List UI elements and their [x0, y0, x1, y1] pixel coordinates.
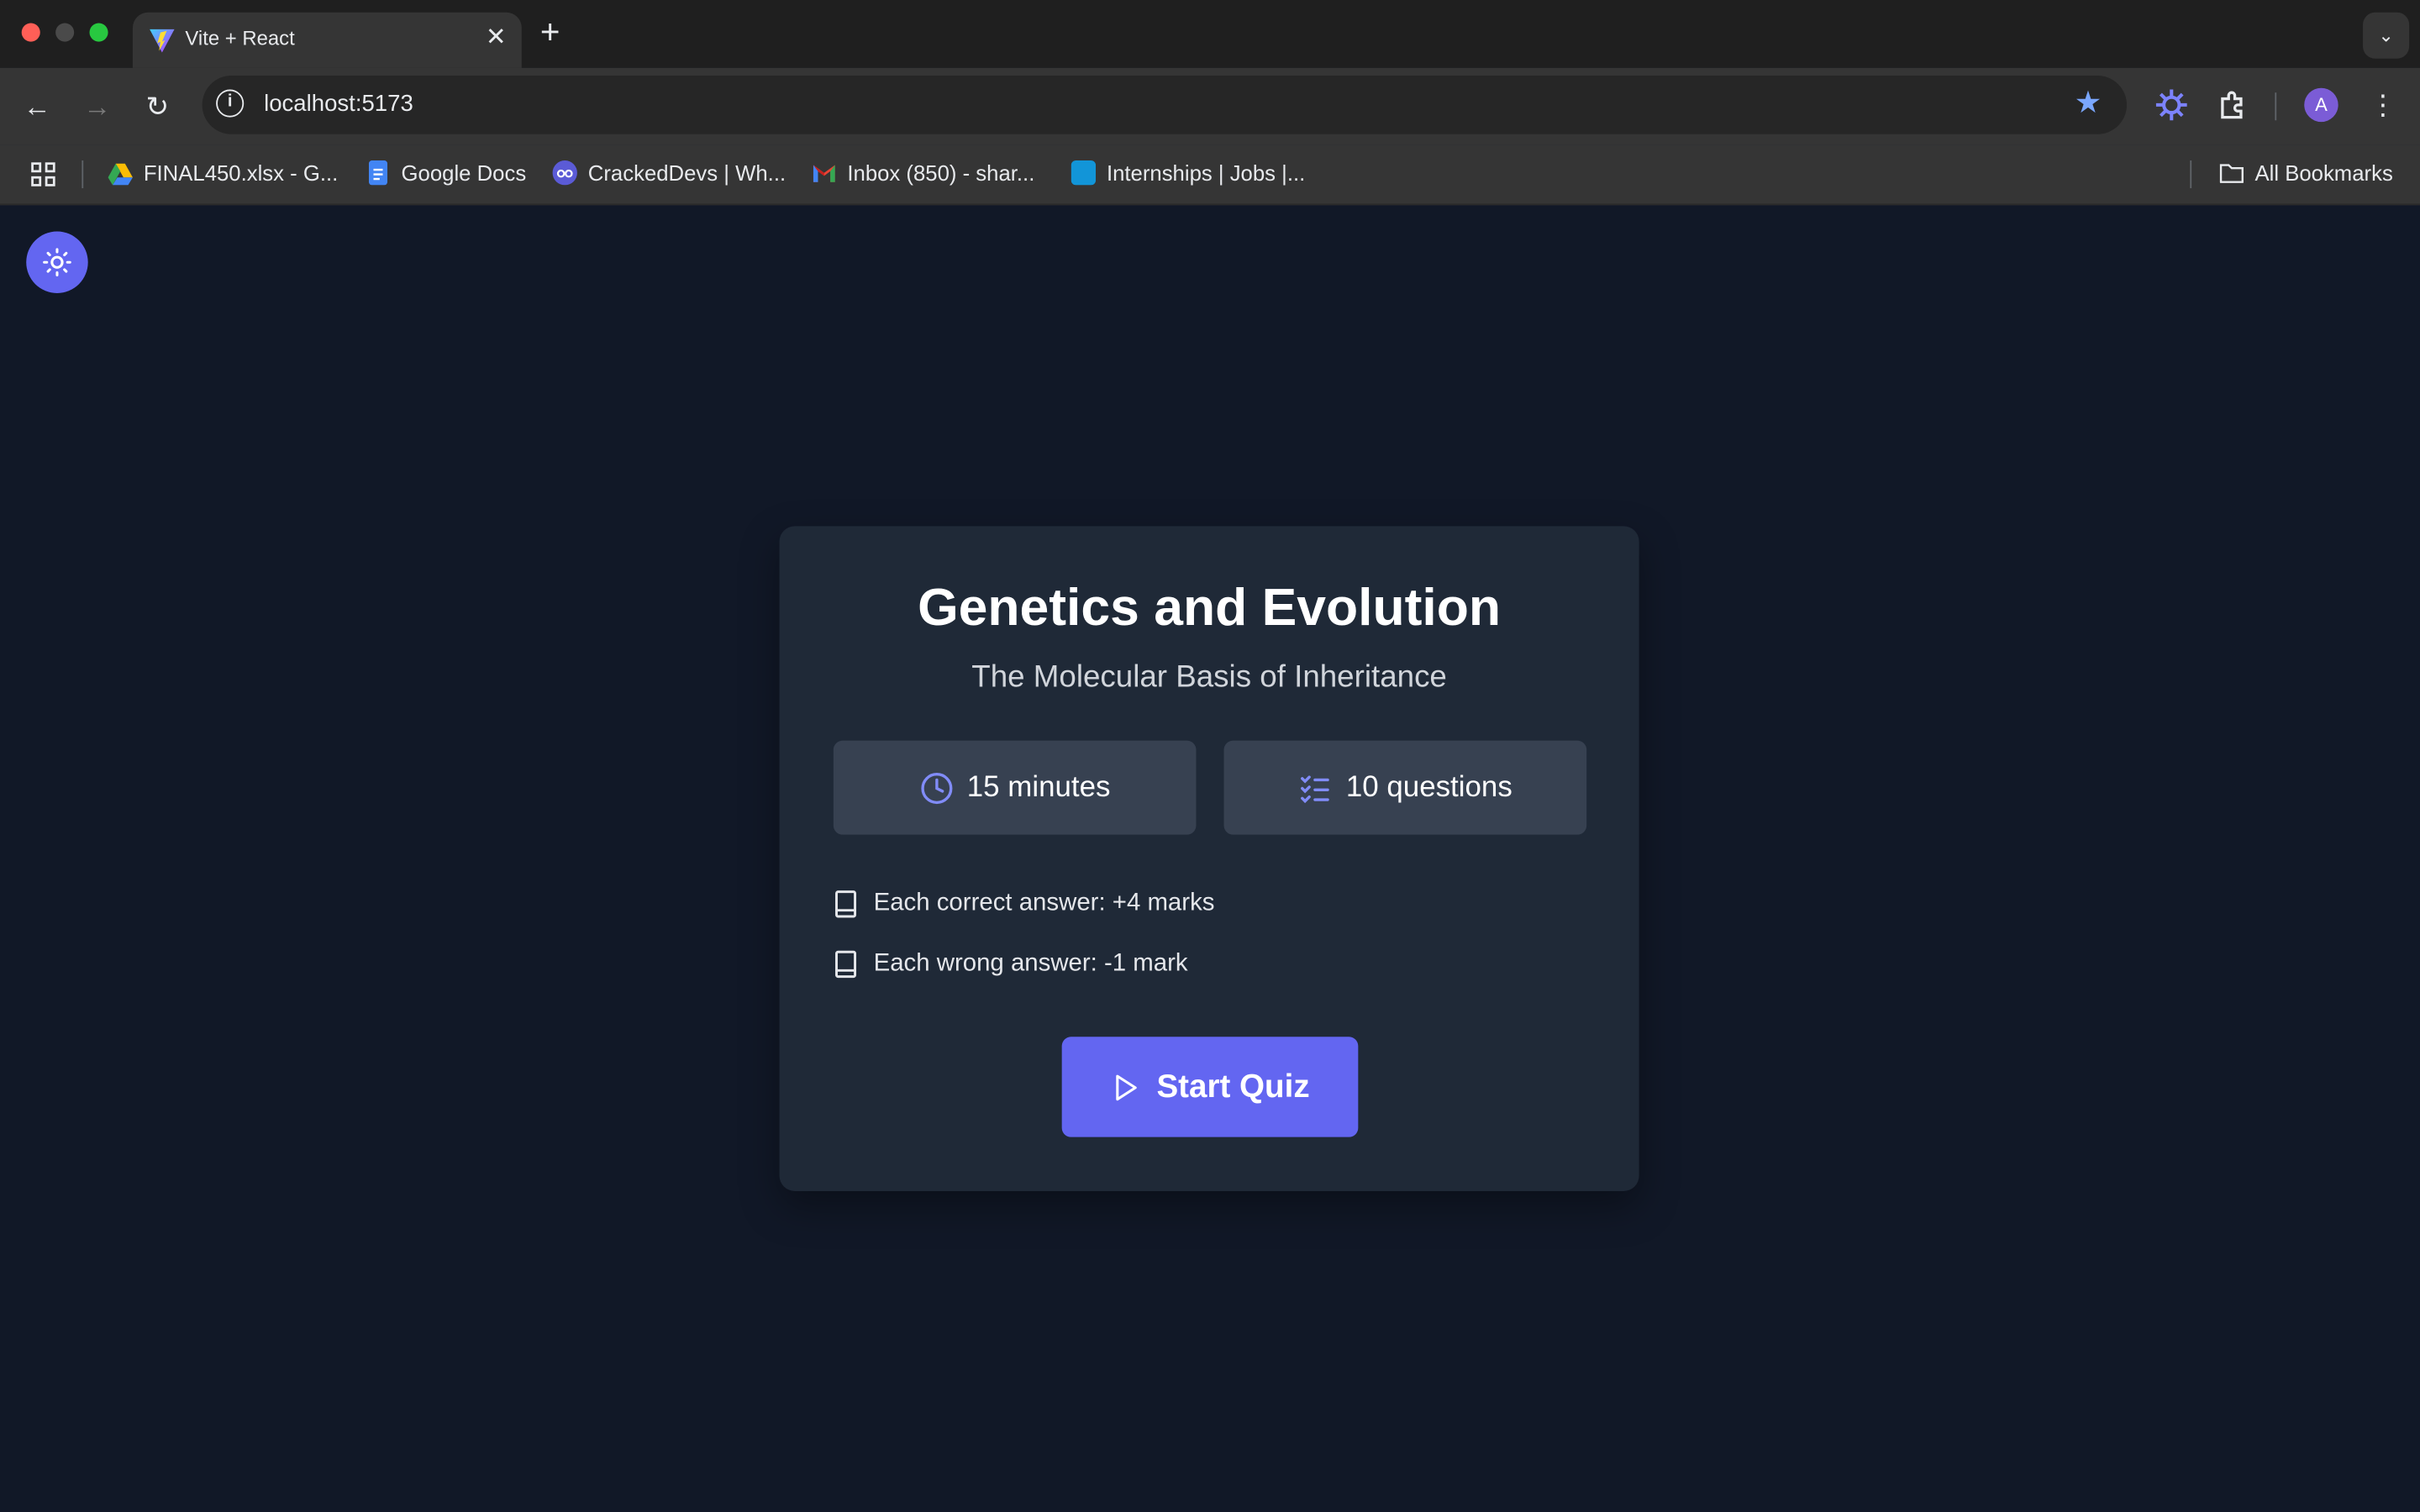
vite-icon [150, 29, 175, 53]
bookmark-label: FINAL450.xlsx - G... [143, 160, 339, 186]
quiz-subtitle: The Molecular Basis of Inheritance [971, 660, 1447, 695]
questions-text: 10 questions [1345, 770, 1512, 804]
bookmark-gmail-inbox[interactable]: Inbox (850) - shar... [812, 160, 1034, 185]
sun-icon [43, 248, 71, 277]
url-text[interactable]: localhost:5173 [264, 91, 413, 117]
close-tab-icon[interactable]: ✕ [486, 24, 507, 55]
bookmark-internships[interactable]: Internships | Jobs |... [1071, 160, 1306, 186]
folder-icon [2219, 164, 2244, 183]
bookmarks-bar: FINAL450.xlsx - G... Google Docs Cracked… [0, 144, 2420, 206]
book-icon [835, 950, 857, 979]
tab-search-button[interactable]: ⌄ [2363, 12, 2410, 59]
browser-toolbar: ← → ↻ i localhost:5173 ★ A ⋮ [0, 67, 2420, 145]
rule-wrong: Each wrong answer: -1 mark [834, 950, 1188, 979]
toolbar-divider [2275, 92, 2277, 121]
bookmark-label: Inbox (850) - shar... [847, 160, 1035, 186]
crackeddevs-icon [552, 160, 577, 186]
clock-icon [920, 772, 952, 804]
maximize-window-button[interactable] [89, 23, 108, 42]
bookmarks-divider [82, 160, 84, 189]
reload-button[interactable]: ↻ [137, 87, 177, 127]
close-window-button[interactable] [21, 23, 40, 42]
quiz-intro-card: Genetics and Evolution The Molecular Bas… [779, 526, 1639, 1191]
back-button[interactable]: ← [17, 87, 57, 127]
browser-tab[interactable]: Vite + React ✕ [132, 12, 522, 68]
bookmark-google-docs[interactable]: Google Docs [366, 160, 527, 186]
internshala-icon [1071, 160, 1097, 186]
google-docs-icon [368, 160, 388, 186]
rule-correct: Each correct answer: +4 marks [834, 890, 1215, 918]
duration-stat: 15 minutes [833, 740, 1197, 835]
all-bookmarks-label: All Bookmarks [2254, 160, 2393, 186]
address-bar[interactable]: i localhost:5173 ★ [202, 76, 2128, 134]
tab-strip: Vite + React ✕ + ⌄ [0, 0, 2420, 68]
bookmark-final450[interactable]: FINAL450.xlsx - G... [108, 160, 339, 186]
google-drive-icon [108, 163, 133, 186]
bookmarks-divider [2190, 160, 2192, 189]
forward-button[interactable]: → [77, 87, 118, 127]
questions-stat: 10 questions [1223, 740, 1587, 835]
more-menu-icon[interactable]: ⋮ [2368, 87, 2399, 123]
play-icon [1117, 1074, 1138, 1100]
apps-grid-icon[interactable] [31, 162, 55, 186]
bookmark-label: Google Docs [401, 160, 527, 186]
list-check-icon [1301, 774, 1329, 803]
extensions-puzzle-icon[interactable] [2215, 87, 2252, 123]
quiz-title: Genetics and Evolution [918, 578, 1502, 638]
bookmark-star-icon[interactable]: ★ [2075, 88, 2102, 119]
theme-toggle-button[interactable] [26, 231, 88, 293]
duration-text: 15 minutes [966, 770, 1111, 804]
start-quiz-label: Start Quiz [1156, 1068, 1310, 1105]
start-quiz-button[interactable]: Start Quiz [1061, 1037, 1359, 1137]
rule-wrong-text: Each wrong answer: -1 mark [873, 950, 1188, 977]
bookmark-crackeddevs[interactable]: CrackedDevs | Wh... [552, 160, 786, 186]
bookmark-label: CrackedDevs | Wh... [587, 160, 786, 186]
minimize-window-button[interactable] [55, 23, 75, 42]
tab-title: Vite + React [185, 26, 295, 50]
gmail-icon [813, 165, 835, 182]
book-icon [835, 890, 857, 918]
new-tab-button[interactable]: + [540, 14, 560, 49]
bookmark-label: Internships | Jobs |... [1106, 160, 1306, 186]
rule-correct-text: Each correct answer: +4 marks [873, 890, 1215, 917]
profile-avatar[interactable]: A [2304, 87, 2338, 123]
site-info-icon[interactable]: i [216, 89, 245, 118]
extension-icon[interactable] [2153, 87, 2190, 123]
all-bookmarks-button[interactable]: All Bookmarks [2219, 160, 2393, 185]
